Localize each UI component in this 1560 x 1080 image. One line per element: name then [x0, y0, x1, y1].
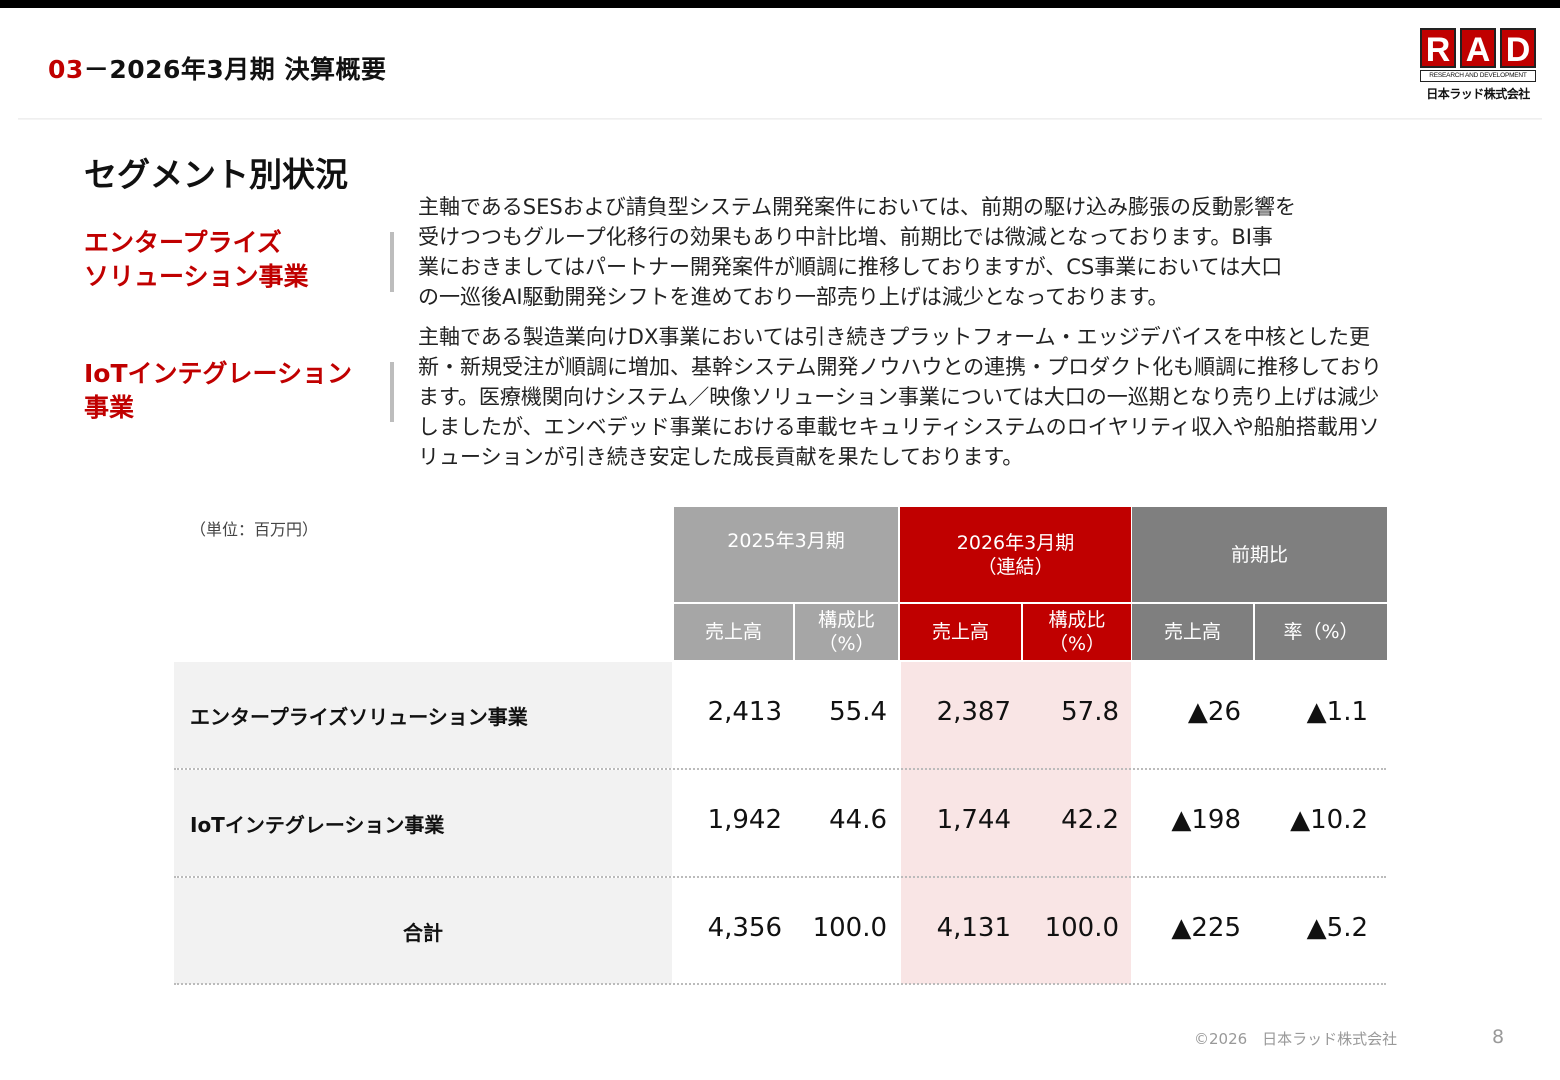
logo-letters: R A D: [1420, 28, 1536, 69]
segment-divider-bar: [390, 362, 394, 422]
cell-rate: ▲1.1: [1306, 697, 1368, 727]
cell-sales-2025: 4,356: [707, 913, 782, 943]
subheader-text: 売上高: [1163, 621, 1221, 643]
description-line: 新・新規受注が順調に増加、基幹システム開発ノウハウとの連携・プロダクト化も順調に…: [418, 355, 1382, 379]
subheader-text: 売上高: [931, 621, 989, 643]
cell-sales-diff: ▲225: [1171, 913, 1241, 943]
row-name-total: 合計: [403, 921, 443, 945]
cell-sales-2026: 2,387: [936, 697, 1011, 727]
header-divider: [18, 118, 1542, 120]
cell-ratio-2026: 42.2: [1061, 805, 1119, 835]
cell-sales-diff: ▲198: [1171, 805, 1241, 835]
segment-label-line: IoTインテグレーション: [84, 359, 353, 388]
subheader-sales-2026: 売上高: [900, 604, 1021, 660]
row-separator: [174, 768, 1386, 770]
header-dash: －: [83, 55, 110, 84]
cell-rate: ▲10.2: [1290, 805, 1368, 835]
company-logo: R A D RESEARCH AND DEVELOPMENT 日本ラッド株式会社: [1420, 28, 1536, 112]
subheader-sales-2025: 売上高: [674, 604, 793, 660]
logo-letter: A: [1460, 28, 1496, 69]
subheader-text: （%）: [818, 633, 875, 655]
logo-tagline: RESEARCH AND DEVELOPMENT: [1420, 70, 1536, 82]
subheader-text: （%）: [1048, 633, 1106, 655]
cell-sales-diff: ▲26: [1187, 697, 1241, 727]
cell-ratio-2025: 55.4: [829, 697, 887, 727]
unit-label: （単位：百万円）: [190, 520, 319, 539]
row-separator: [174, 876, 1386, 878]
cell-ratio-2025: 44.6: [829, 805, 887, 835]
subheader-text: 率（%）: [1283, 621, 1359, 643]
description-line: しましたが、エンベデッド事業における車載セキュリティシステムのロイヤリティ収入や…: [418, 415, 1380, 439]
header-yoy: 前期比: [1132, 507, 1387, 602]
footer-copyright: ©2026 日本ラッド株式会社: [1194, 1030, 1398, 1048]
description-line: 受けつつもグループ化移行の効果もあり中計比増、前期比では微減となっております。B…: [418, 225, 1273, 249]
segment-label-enterprise: エンタープライズ ソリューション事業: [84, 226, 309, 294]
description-line: 主軸である製造業向けDX事業においては引き続きプラットフォーム・エッジデバイスを…: [418, 325, 1371, 349]
row-name-enterprise: エンタープライズソリューション事業: [190, 705, 528, 729]
segment-label-line: ソリューション事業: [84, 262, 309, 291]
subheader-text: 構成比: [817, 609, 875, 631]
description-line: の一巡後AI駆動開発シフトを進めており一部売り上げは減少となっております。: [418, 285, 1169, 309]
header-fy2026: 2026年3月期 （連結）: [900, 507, 1131, 602]
header-text: （連結）: [977, 555, 1054, 578]
header-text: 2025年3月期: [727, 530, 845, 552]
cell-ratio-2026: 57.8: [1061, 697, 1119, 727]
page-header-title: 03－2026年3月期 決算概要: [48, 50, 387, 86]
subheader-text: 売上高: [704, 621, 762, 643]
logo-company-name: 日本ラッド株式会社: [1426, 87, 1530, 101]
header-text: 前期比: [1230, 543, 1288, 566]
header-fy2025: 2025年3月期: [674, 507, 898, 602]
cell-sales-2025: 1,942: [707, 805, 782, 835]
cell-rate: ▲5.2: [1306, 913, 1368, 943]
header-text: 2026年3月期: [956, 531, 1075, 554]
section-number: 03: [48, 55, 84, 84]
segment-description-enterprise: 主軸であるSESおよび請負型システム開発案件においては、前期の駆け込み膨張の反動…: [418, 192, 1296, 312]
subheader-ratio-2025: 構成比 （%）: [795, 604, 898, 660]
page-number: 8: [1492, 1026, 1505, 1048]
segment-description-iot: 主軸である製造業向けDX事業においては引き続きプラットフォーム・エッジデバイスを…: [418, 322, 1382, 472]
description-line: リューションが引き続き安定した成長貢献を果たしております。: [418, 445, 1024, 469]
cell-sales-2025: 2,413: [707, 697, 782, 727]
row-name-iot: IoTインテグレーション事業: [190, 813, 445, 837]
row-separator: [174, 983, 1386, 985]
cell-ratio-2025: 100.0: [812, 913, 887, 943]
logo-letter: D: [1500, 28, 1536, 69]
logo-letter: R: [1420, 28, 1456, 69]
segment-label-line: エンタープライズ: [84, 228, 282, 257]
subheader-sales-diff: 売上高: [1132, 604, 1253, 660]
subheader-ratio-2026: 構成比 （%）: [1023, 604, 1131, 660]
subheader-text: 構成比: [1048, 609, 1106, 631]
segment-label-line: 事業: [84, 393, 135, 422]
description-line: 業におきましてはパートナー開発案件が順調に推移しておりますが、CS事業においては…: [418, 255, 1283, 279]
description-line: 主軸であるSESおよび請負型システム開発案件においては、前期の駆け込み膨張の反動…: [418, 195, 1297, 219]
section-title: セグメント別状況: [84, 155, 348, 194]
segment-label-iot: IoTインテグレーション 事業: [84, 357, 352, 425]
header-title-text: 2026年3月期 決算概要: [109, 55, 387, 84]
top-black-bar: [0, 0, 1560, 8]
description-line: ます。医療機関向けシステム／映像ソリューション事業については大口の一巡期となり売…: [418, 385, 1380, 409]
segment-divider-bar: [390, 232, 394, 292]
cell-sales-2026: 4,131: [936, 913, 1011, 943]
cell-ratio-2026: 100.0: [1044, 913, 1119, 943]
cell-sales-2026: 1,744: [936, 805, 1011, 835]
subheader-rate: 率（%）: [1255, 604, 1387, 660]
